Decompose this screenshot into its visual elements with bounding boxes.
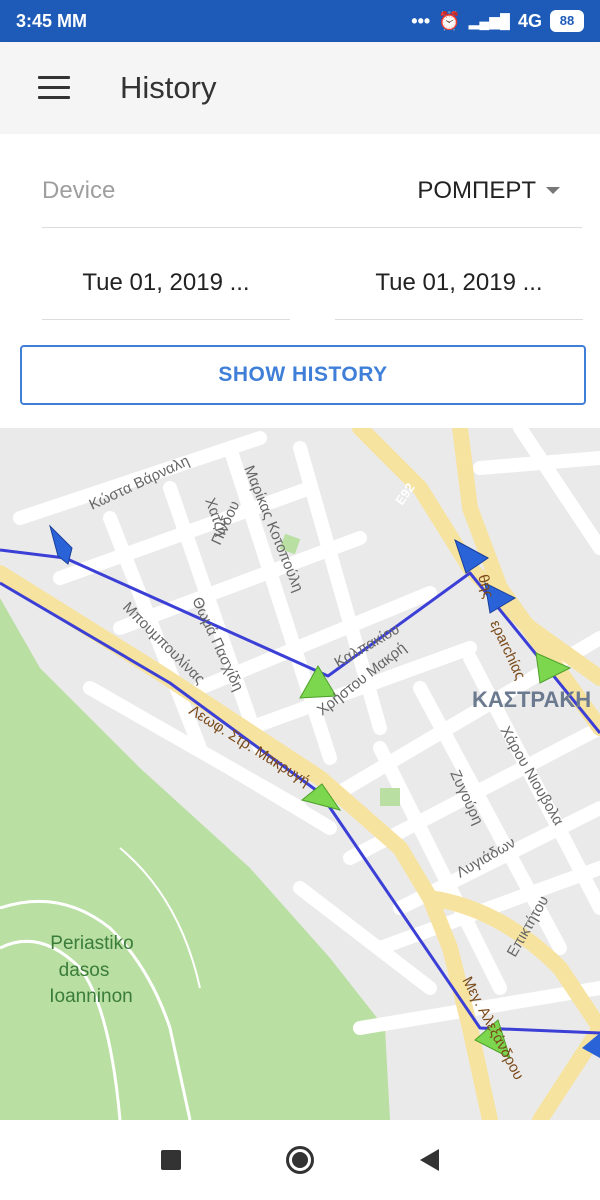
app-bar: History	[0, 42, 600, 134]
dots-icon: •••	[411, 10, 431, 31]
map-view[interactable]: Κώστα Βάρναλη Μαρίκας Κοτοπούλη Χατζή Πί…	[0, 428, 600, 1120]
park-label-line1: Periastiko	[50, 933, 133, 954]
device-value: ΡΟΜΠΕΡΤ	[417, 176, 536, 204]
network-4g-icon: 4G	[517, 10, 542, 31]
system-nav-bar	[0, 1120, 600, 1200]
signal-icon: ▂▄▆█	[468, 12, 510, 29]
status-bar: 3:45 MM ••• ⏰ ▂▄▆█ 4G 88	[0, 0, 600, 42]
status-icons: ••• ⏰ ▂▄▆█ 4G 88	[411, 10, 584, 32]
show-history-button[interactable]: SHOW HISTORY	[20, 345, 586, 405]
home-button[interactable]	[278, 1138, 322, 1182]
page-title: History	[120, 70, 217, 105]
blue-direction-marker	[49, 524, 73, 565]
device-label: Device	[42, 176, 116, 204]
back-button[interactable]	[407, 1138, 451, 1182]
alarm-icon: ⏰	[438, 10, 461, 31]
battery-icon: 88	[550, 10, 584, 32]
status-time: 3:45 MM	[16, 10, 88, 31]
date-to-field[interactable]: Tue 01, 2019 ...	[335, 246, 583, 320]
district-label: ΚΑΣΤΡΑΚΗ	[472, 687, 591, 712]
green-spot	[380, 788, 400, 806]
history-form: Device ΡΟΜΠΕΡΤ Tue 01, 2019 ... Tue 01, …	[0, 134, 600, 428]
park-label-line2: dasos	[59, 960, 110, 981]
device-dropdown[interactable]: ΡΟΜΠΕΡΤ	[417, 177, 560, 205]
recents-button[interactable]	[149, 1138, 193, 1182]
home-circle-icon	[286, 1146, 314, 1174]
recents-square-icon	[161, 1150, 181, 1170]
dropdown-caret-icon	[546, 187, 560, 194]
back-triangle-icon	[419, 1149, 439, 1171]
hamburger-menu-icon[interactable]	[38, 76, 70, 100]
device-row: Device ΡΟΜΠΕΡΤ	[42, 154, 582, 228]
street	[513, 428, 600, 555]
park-label-line3: Ioanninon	[49, 986, 132, 1007]
date-from-field[interactable]: Tue 01, 2019 ...	[42, 246, 290, 320]
